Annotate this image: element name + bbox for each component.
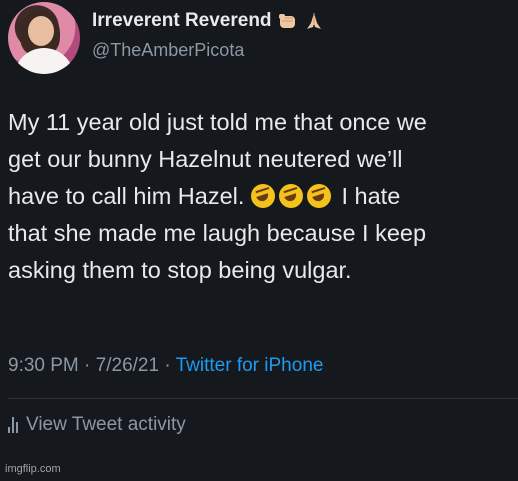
avatar-face — [28, 16, 54, 46]
tweet-line-text: I hate — [341, 183, 401, 209]
tweet-meta: 9:30 PM · 7/26/21 · Twitter for iPhone — [8, 355, 323, 377]
tweet-source-link[interactable]: Twitter for iPhone — [176, 355, 324, 376]
praying-hands-icon — [306, 13, 321, 29]
tweet-line: get our bunny Hazelnut neutered we’ll — [8, 146, 403, 172]
handle[interactable]: @TheAmberPicota — [92, 40, 244, 61]
tweet-line: that she made me laugh because I keep — [8, 220, 427, 246]
tweet-line: have to call him Hazel. I hate — [8, 178, 518, 215]
watermark: imgflip.com — [5, 463, 61, 475]
tweet-time[interactable]: 9:30 PM — [8, 355, 79, 376]
view-activity-button[interactable]: View Tweet activity — [8, 414, 186, 436]
display-name[interactable]: Irreverent Reverend — [92, 10, 272, 32]
view-activity-label: View Tweet activity — [26, 414, 186, 435]
fist-bump-icon — [278, 14, 295, 28]
analytics-bars-icon — [8, 417, 18, 433]
tweet-date[interactable]: 7/26/21 — [96, 355, 159, 376]
avatar[interactable] — [8, 2, 80, 74]
divider — [8, 398, 518, 399]
meta-separator: · — [164, 355, 171, 376]
tweet-line: asking them to stop being vulgar. — [8, 257, 352, 283]
name-row: Irreverent Reverend — [92, 10, 324, 32]
tweet-line-text: have to call him Hazel. — [8, 183, 245, 209]
meta-separator: · — [84, 355, 91, 376]
tweet-header: Irreverent Reverend @TheAmberPicota — [8, 2, 513, 80]
tweet-text: My 11 year old just told me that once we… — [8, 104, 518, 289]
avatar-shirt — [14, 48, 74, 74]
rolling-laughing-emoji-icon — [278, 184, 303, 208]
rolling-laughing-emoji-icon — [250, 184, 275, 208]
rolling-laughing-emoji-icon — [306, 184, 331, 208]
tweet-line: My 11 year old just told me that once we — [8, 109, 427, 135]
